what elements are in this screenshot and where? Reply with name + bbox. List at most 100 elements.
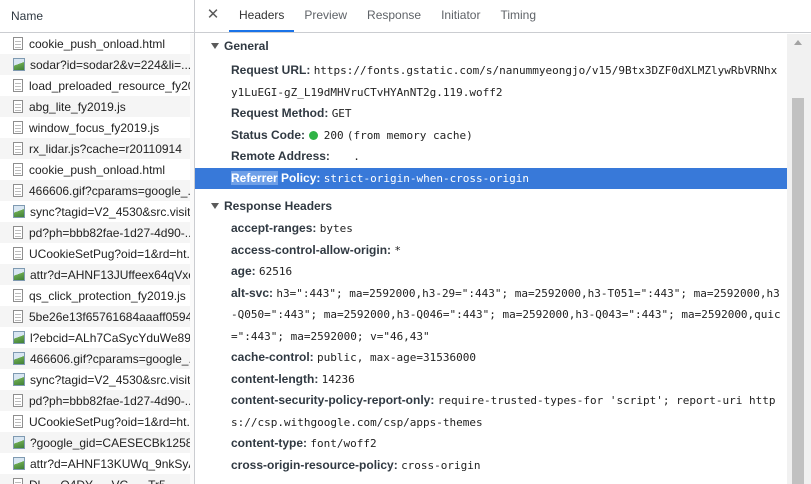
response-header-key: cache-control: (231, 350, 314, 364)
file-icon (13, 100, 23, 113)
request-list-item-label: ?google_gid=CAESECBk1258... (30, 435, 194, 450)
tab-preview[interactable]: Preview (294, 0, 357, 32)
request-list-item-label: attr?d=AHNF13KUWq_9nkSyA... (30, 456, 194, 471)
tab-initiator[interactable]: Initiator (431, 0, 490, 32)
request-list-scrollbar[interactable] (190, 34, 194, 484)
request-url-value: https://fonts.gstatic.com/s/nanummyeongj… (231, 64, 778, 99)
request-list-item[interactable]: sodar?id=sodar2&v=224&li=... (0, 54, 194, 75)
status-code-value: 200 (323, 128, 344, 142)
response-header-key: cross-origin-resource-policy: (231, 457, 398, 472)
file-icon (13, 163, 23, 176)
request-list-item[interactable]: cookie_push_onload.html (0, 159, 194, 180)
request-list-item[interactable]: rx_lidar.js?cache=r20110914 (0, 138, 194, 159)
request-list-item[interactable]: sync?tagid=V2_4530&src.visit... (0, 369, 194, 390)
request-list-item[interactable]: 466606.gif?cparams=google_... (0, 348, 194, 369)
request-url-label: Request URL: (231, 63, 311, 77)
request-list-item-label: qs_click_protection_fy2019.js (29, 288, 186, 303)
request-list-item[interactable]: sync?tagid=V2_4530&src.visit... (0, 201, 194, 222)
request-list-item[interactable]: 466606.gif?cparams=google_... (0, 180, 194, 201)
request-list-item[interactable]: Dl......Q4DY......VC......Tr5... (0, 474, 194, 484)
request-list-item-label: sync?tagid=V2_4530&src.visit... (30, 204, 194, 219)
response-header-row[interactable]: alt-svc: h3=":443"; ma=2592000,h3-29=":4… (195, 283, 787, 348)
request-list-item[interactable]: l?ebcid=ALh7CaSycYduWe89... (0, 327, 194, 348)
image-icon (13, 205, 25, 218)
general-section-title: General (224, 39, 269, 53)
request-list-panel: Name cookie_push_onload.html sodar?id=sod… (0, 0, 195, 484)
request-list-item[interactable]: window_focus_fy2019.js (0, 117, 194, 138)
request-list-item-label: 466606.gif?cparams=google_... (30, 351, 194, 366)
response-header-row[interactable]: content-security-policy-report-only: req… (195, 390, 787, 433)
image-icon (13, 436, 25, 449)
response-header-value: bytes (319, 222, 353, 235)
response-header-value: 14236 (321, 372, 355, 386)
tab-response[interactable]: Response (357, 0, 431, 32)
request-list-item-label: window_focus_fy2019.js (29, 120, 160, 135)
request-list-item-label: sodar?id=sodar2&v=224&li=... (30, 57, 192, 72)
request-list-item-label: abg_lite_fy2019.js (29, 99, 126, 114)
remote-address-row[interactable]: Remote Address: . (195, 146, 787, 168)
image-icon (13, 331, 25, 344)
details-tabbar: ✕ Headers Preview Response Initiator Tim… (195, 0, 811, 33)
request-method-row[interactable]: Request Method: GET (195, 103, 787, 125)
details-scrollbar-thumb[interactable] (792, 98, 804, 484)
response-header-row[interactable]: age: 62516 (195, 261, 787, 283)
headers-content: General Request URL: https://fonts.gstat… (195, 34, 787, 484)
image-icon (13, 58, 25, 71)
status-ok-icon (309, 130, 319, 140)
request-list-item[interactable]: pd?ph=bbb82fae-1d27-4d90-... (0, 222, 194, 243)
response-headers-section-toggle[interactable]: Response Headers (195, 195, 787, 217)
request-list-item[interactable]: UCookieSetPug?oid=1&rd=ht... (0, 243, 194, 264)
response-header-key: age: (231, 264, 256, 278)
request-list-item[interactable]: 5be26e13f65761684aaaff0594... (0, 306, 194, 327)
general-section-toggle[interactable]: General (195, 35, 787, 57)
request-list-item[interactable]: qs_click_protection_fy2019.js (0, 285, 194, 306)
file-icon (13, 121, 23, 134)
response-header-row[interactable]: content-type: font/woff2 (195, 433, 787, 455)
response-header-row[interactable]: access-control-allow-origin: * (195, 240, 787, 262)
response-header-value: h3=":443"; ma=2592000,h3-29=":443"; ma=2… (231, 286, 781, 343)
request-list-item[interactable]: attr?d=AHNF13JUffeex64qVxe... (0, 264, 194, 285)
image-icon (13, 457, 25, 470)
request-list: cookie_push_onload.html sodar?id=sodar2&v… (0, 33, 194, 484)
request-url-row[interactable]: Request URL: https://fonts.gstatic.com/s… (195, 60, 787, 103)
response-header-key: access-control-allow-origin: (231, 242, 392, 257)
status-code-row[interactable]: Status Code: 200 (from memory cache) (195, 125, 787, 147)
status-code-note: (from memory cache) (346, 128, 473, 142)
response-header-row[interactable]: content-length: 14236 (195, 369, 787, 391)
referrer-policy-value: strict-origin-when-cross-origin (323, 171, 530, 185)
response-header-row[interactable]: cache-control: public, max-age=31536000 (195, 347, 787, 369)
file-icon (13, 142, 23, 155)
request-list-item[interactable]: abg_lite_fy2019.js (0, 96, 194, 117)
request-list-item[interactable]: attr?d=AHNF13KUWq_9nkSyA... (0, 453, 194, 474)
response-header-row[interactable]: accept-ranges: bytes (195, 218, 787, 240)
name-column-header[interactable]: Name (0, 0, 194, 33)
scroll-up-arrow-icon[interactable] (794, 40, 802, 45)
request-list-item-label: cookie_push_onload.html (29, 162, 166, 177)
details-scrollbar[interactable] (787, 34, 811, 484)
request-list-item[interactable]: pd?ph=bbb82fae-1d27-4d90-... (0, 390, 194, 411)
image-icon (13, 268, 25, 281)
response-headers-list: accept-ranges: bytes access-control-allow… (195, 218, 787, 476)
response-header-key: content-type: (231, 436, 307, 450)
referrer-policy-label-highlight: Referrer (231, 170, 278, 185)
request-list-item-label: UCookieSetPug?oid=1&rd=ht... (29, 414, 194, 429)
response-header-value: * (394, 243, 401, 257)
response-header-key: content-length: (231, 371, 319, 386)
request-list-item-label: sync?tagid=V2_4530&src.visit... (30, 372, 194, 387)
remote-address-value: . (353, 150, 360, 163)
image-icon (13, 373, 25, 386)
tab-timing[interactable]: Timing (490, 0, 546, 32)
request-list-item[interactable]: UCookieSetPug?oid=1&rd=ht... (0, 411, 194, 432)
request-method-label: Request Method: (231, 106, 329, 120)
close-icon[interactable]: ✕ (206, 7, 220, 22)
request-list-item[interactable]: cookie_push_onload.html (0, 33, 194, 54)
request-list-item-label: 466606.gif?cparams=google_... (29, 183, 194, 198)
tab-headers[interactable]: Headers (229, 0, 295, 32)
file-icon (13, 184, 23, 197)
response-header-row[interactable]: cross-origin-resource-policy: cross-orig… (195, 455, 787, 477)
request-details-panel: ✕ Headers Preview Response Initiator Tim… (195, 0, 811, 484)
request-list-item[interactable]: ?google_gid=CAESECBk1258... (0, 432, 194, 453)
response-header-key: alt-svc: (231, 285, 274, 300)
request-list-item[interactable]: load_preloaded_resource_fy20... (0, 75, 194, 96)
referrer-policy-row[interactable]: Referrer Policy: strict-origin-when-cros… (195, 167, 787, 189)
